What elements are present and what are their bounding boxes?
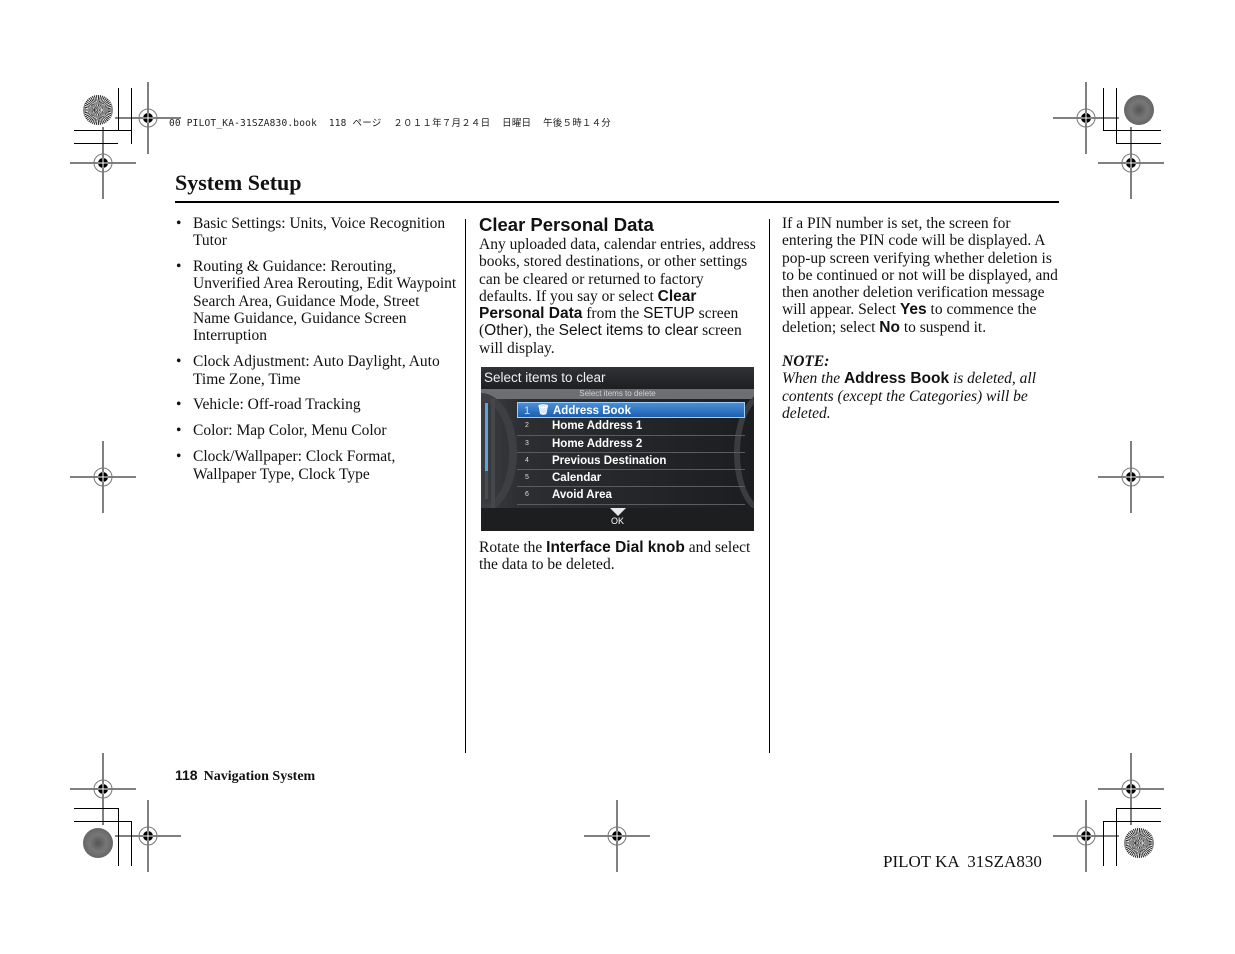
down-arrow-icon: [610, 508, 626, 516]
registration-mark-icon: [69, 126, 137, 200]
ui-term: Yes: [899, 301, 927, 319]
list-item-text: Clock Adjustment: Auto Daylight, Auto Ti…: [193, 353, 440, 388]
list-item: • Color: Map Color, Menu Color: [176, 422, 387, 440]
text: Any uploaded data, calendar entries, add…: [479, 236, 756, 305]
list-item-text: Clock/Wallpaper: Clock Format, Wallpaper…: [193, 448, 396, 483]
print-slug: 00 PILOT_KA-31SZA830.book 118 ページ ２０１１年７…: [169, 115, 611, 129]
model-code: PILOT KA 31SZA830: [883, 852, 1042, 871]
text: When the: [782, 370, 844, 388]
settings-list: • Basic Settings: Units, Voice Recognitio…: [175, 215, 457, 483]
item-number: 3: [525, 439, 529, 447]
registration-mark-icon: [69, 440, 137, 514]
registration-mark-icon: [583, 799, 651, 873]
item-label: Calendar: [552, 472, 602, 485]
registration-mark-icon: [114, 799, 182, 873]
scrollbar-thumb[interactable]: [485, 403, 488, 471]
text: ), the: [522, 322, 559, 340]
item-number: 2: [525, 422, 529, 430]
ui-term: SETUP: [643, 305, 695, 323]
page-title: System Setup: [175, 170, 302, 195]
screen-title: Select items to clear: [481, 367, 754, 389]
list-item: • Clock/Wallpaper: Clock Format, Wallpape…: [176, 448, 396, 483]
registration-mark-icon: [1052, 81, 1120, 155]
ui-term: No: [879, 318, 900, 336]
list-item-home-address-1[interactable]: 2 Home Address 1: [517, 418, 745, 436]
nav-screen-illustration: Select items to clear Select items to de…: [481, 367, 754, 531]
page-footer: 118 Navigation System: [175, 767, 315, 785]
trash-icon: 🗑︎: [537, 405, 550, 416]
ok-button[interactable]: OK: [481, 508, 754, 531]
slug-page: 118: [328, 118, 347, 129]
item-number: 5: [525, 474, 529, 482]
right-column: If a PIN number is set, the screen for e…: [782, 215, 1062, 422]
item-label: Address Book: [553, 405, 631, 417]
ui-term: Interface Dial knob: [546, 539, 685, 556]
slug-page-word: ページ: [352, 118, 382, 129]
list-item-text: Color: Map Color, Menu Color: [193, 422, 387, 440]
list-item-text: Vehicle: Off-road Tracking: [193, 396, 361, 414]
slug-filename: 00 PILOT_KA-31SZA830.book: [169, 118, 317, 129]
column-divider: [769, 219, 770, 753]
ok-label: OK: [610, 516, 624, 526]
note-label: NOTE:: [782, 353, 830, 371]
intro-paragraph: Any uploaded data, calendar entries, add…: [479, 236, 759, 357]
list-item: • Basic Settings: Units, Voice Recognitio…: [176, 215, 446, 250]
page-number: 118: [175, 767, 198, 783]
item-label: Home Address 1: [552, 420, 643, 433]
registration-mark-icon: [1097, 752, 1165, 826]
ui-term: Other: [484, 322, 523, 340]
middle-column: Clear Personal Data Any uploaded data, c…: [479, 214, 759, 357]
item-number: 1: [524, 405, 531, 417]
item-number: 6: [525, 491, 529, 499]
screen-list-area: 1 🗑︎ Address Book 2 Home Address 1 3 Hom…: [481, 393, 754, 513]
slug-time: 午後５時１４分: [543, 118, 612, 129]
list-item-text: Basic Settings: Units, Voice Recognition…: [193, 215, 446, 250]
section-heading: Clear Personal Data: [479, 214, 654, 235]
item-number: 4: [525, 456, 529, 464]
list-item: • Clock Adjustment: Auto Daylight, Auto T…: [176, 353, 440, 388]
ui-term: Select items to clear: [558, 322, 699, 340]
column-divider: [465, 219, 466, 753]
screen-subtitle: Select items to delete: [481, 389, 754, 399]
slug-date: ２０１１年７月２４日: [393, 118, 491, 129]
text: from the: [582, 305, 644, 323]
after-screen-text: Rotate the Interface Dial knob and selec…: [479, 539, 759, 574]
slug-weekday: 日曜日: [502, 118, 532, 129]
list-item-address-book[interactable]: 1 🗑︎ Address Book: [517, 402, 745, 419]
list-item: • Routing & Guidance: Rerouting, Unverifi…: [176, 258, 457, 345]
list-item-previous-destination[interactable]: 4 Previous Destination: [517, 453, 745, 471]
registration-mark-icon: [69, 752, 137, 826]
text: to suspend it.: [899, 318, 987, 336]
registration-mark-icon: [1097, 126, 1165, 200]
items-list: 1 🗑︎ Address Book 2 Home Address 1 3 Hom…: [517, 402, 745, 505]
text: Rotate the: [479, 539, 547, 556]
title-rule: [175, 201, 1059, 203]
item-label: Avoid Area: [552, 489, 612, 502]
list-item: • Vehicle: Off-road Tracking: [176, 396, 361, 414]
rail: [491, 399, 495, 508]
left-column: • Basic Settings: Units, Voice Recognitio…: [175, 215, 457, 491]
pin-paragraph: If a PIN number is set, the screen for e…: [782, 215, 1062, 336]
list-item-calendar[interactable]: 5 Calendar: [517, 470, 745, 488]
item-label: Home Address 2: [552, 437, 643, 450]
item-label: Previous Destination: [552, 454, 667, 467]
registration-mark-icon: [1097, 440, 1165, 514]
list-item-text: Routing & Guidance: Rerouting, Unverifie…: [193, 258, 457, 345]
ui-term: Address Book: [843, 370, 950, 388]
instruction-paragraph: Rotate the Interface Dial knob and selec…: [479, 539, 759, 574]
list-item-home-address-2[interactable]: 3 Home Address 2: [517, 436, 745, 453]
note-text: When the Address Book is deleted, all co…: [782, 370, 1062, 422]
registration-mark-icon: [1052, 799, 1120, 873]
section-name: Navigation System: [203, 769, 316, 784]
list-item-avoid-area[interactable]: 6 Avoid Area: [517, 487, 745, 505]
